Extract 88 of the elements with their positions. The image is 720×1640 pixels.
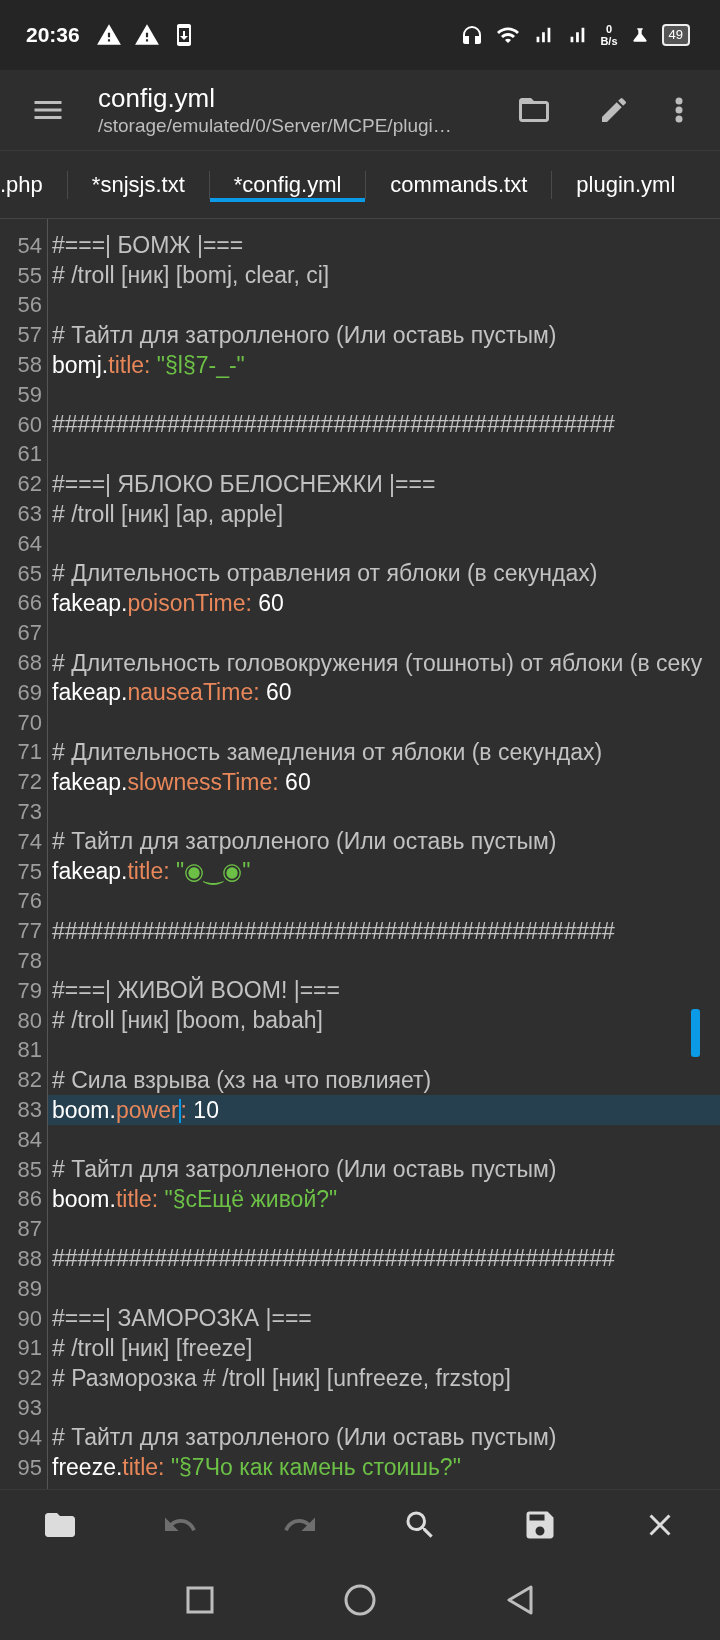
line-number: 91 [16,1335,42,1362]
line-number: 83 [16,1097,42,1123]
line-number: 55 [16,262,42,289]
file-tab[interactable]: .php [0,167,67,202]
code-line: # Тайтл для затролленого (Или оставь пустым) [52,1424,557,1452]
code-line: # Тайтл для затролленого (Или оставь пустым) [52,1156,557,1184]
code-line: bomj.title: "§l§7-_-" [52,351,245,379]
line-number: 88 [16,1246,42,1272]
code-line: fakeap.title: "◉‿◉" [52,858,251,886]
battery-indicator: 49 [661,24,690,46]
file-tab[interactable]: commands.txt [366,167,552,202]
line-number: 54 [16,232,42,259]
line-number: 95 [16,1454,42,1481]
line-number: 74 [16,828,42,855]
code-line: # /troll [ник] [freeze] [52,1334,253,1362]
code-line: #===| ЯБЛОКО БЕЛОСНЕЖКИ |=== [52,470,436,498]
line-number: 79 [16,977,42,1004]
line-number: 80 [16,1007,42,1034]
line-number: 87 [16,1216,42,1243]
line-number: 57 [16,322,42,349]
net-speed: 0 [605,23,613,35]
code-line: boom.title: "§cЕщё живой?" [52,1185,338,1213]
warning-icon [95,22,122,48]
line-number: 81 [16,1037,42,1064]
more-icon [675,97,683,123]
code-line: boom.power: 10 [52,1096,219,1124]
line-number: 85 [16,1156,42,1183]
line-number: 73 [16,799,42,826]
code-line: # Длительность головокружения (тошноты) от яблоки (в секу [52,649,703,677]
line-number: 67 [16,620,42,647]
line-number: 75 [16,858,42,885]
line-number: 64 [16,530,42,557]
code-line: # /troll [ник] [bomj, clear, ci] [52,262,330,290]
code-line: fakeap.slownessTime: 60 [52,768,311,796]
line-number: 94 [16,1424,42,1451]
code-line: ############################################ [52,917,615,945]
code-line: fakeap.poisonTime: 60 [52,589,284,617]
line-number: 63 [16,501,42,528]
code-line: # Тайтл для затролленого (Или оставь пустым) [52,321,557,349]
code-line: # Длительность отравления от яблоки (в секундах) [52,560,598,588]
code-line: fakeap.nauseaTime: 60 [52,679,292,707]
back-button[interactable] [506,1585,534,1615]
code-line: # Длительность замедления от яблоки (в секундах) [52,738,603,766]
line-number: 72 [16,769,42,796]
line-number: 77 [16,918,42,945]
code-line: #===| ЗАМОРОЗКА |=== [52,1305,312,1333]
line-number: 61 [16,441,42,468]
net-speed-unit: B/s [600,35,618,47]
code-line: ############################################ [52,1245,615,1273]
line-number: 60 [16,411,42,438]
file-tab[interactable]: *config.yml [209,167,366,202]
warning-icon [133,22,160,48]
code-line: # Сила взрыва (хз на что повлияет) [52,1066,432,1094]
code-line: # /troll [ник] [boom, babah] [52,1007,323,1035]
line-number: 56 [16,292,42,319]
line-number: 90 [16,1305,42,1332]
line-number: 70 [16,709,42,736]
line-number: 89 [16,1275,42,1302]
line-number: 86 [16,1186,42,1213]
home-button[interactable] [344,1584,376,1616]
file-tab[interactable]: plugin.yml [552,167,700,202]
line-number: 84 [16,1126,42,1153]
line-number: 68 [16,650,42,677]
line-number: 66 [16,590,42,617]
file-path: /storage/emulated/0/Server/MCPE/plugi… [98,114,453,138]
line-number: 76 [16,888,42,915]
line-number: 82 [16,1067,42,1094]
scroll-thumb[interactable] [691,1009,700,1057]
code-line: # Разморозка # /troll [ник] [unfreeze, frzstop] [52,1364,511,1392]
line-number: 69 [16,679,42,706]
line-number: 71 [16,739,42,766]
recents-button[interactable] [186,1586,214,1614]
code-line: ############################################ [52,411,615,439]
code-line: freeze.title: "§7Чо как камень стоишь?" [52,1454,461,1482]
code-line: # /troll [ник] [ap, apple] [52,500,284,528]
code-line: #===| ЖИВОЙ BOOM! |=== [52,977,340,1005]
line-number: 58 [16,352,42,379]
line-number: 78 [16,948,42,974]
line-number: 59 [16,381,42,408]
line-number: 65 [16,560,42,587]
status-time: 20:36 [26,23,80,47]
line-number: 93 [16,1394,42,1421]
line-number: 92 [16,1365,42,1392]
code-line: #===| БОМЖ |=== [52,232,244,260]
line-number: 62 [16,471,42,498]
file-title: config.yml [98,82,217,114]
file-tab[interactable]: *snjsjs.txt [67,167,209,202]
code-line: # Тайтл для затролленого (Или оставь пустым) [52,828,557,856]
